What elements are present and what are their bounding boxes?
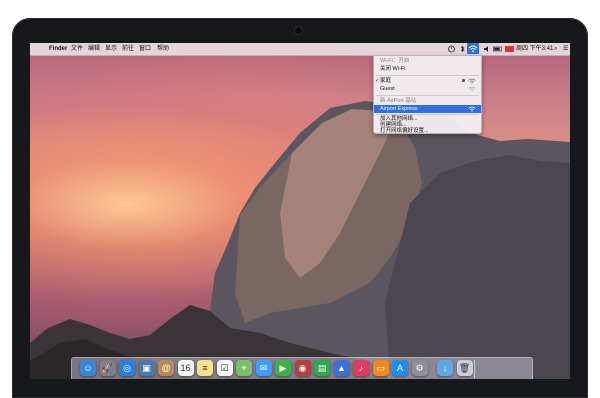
photo-booth-icon[interactable]: ◉ (294, 360, 311, 376)
open-network-prefs-item[interactable]: 打开网络偏好设置... (374, 127, 481, 135)
reminders-icon[interactable]: ☑ (216, 360, 233, 376)
turn-off-wifi-label: 关闭 Wi-Fi (380, 66, 406, 72)
menu-go[interactable]: 前往 (122, 43, 134, 55)
airport-express-label: Airport Express (380, 106, 418, 112)
battery-icon[interactable] (493, 45, 503, 53)
volume-icon[interactable] (483, 45, 491, 53)
dock-divider (474, 360, 475, 378)
network-item-guest[interactable]: Guest (374, 85, 481, 93)
wifi-status-icon[interactable] (467, 43, 479, 54)
ibooks-icon[interactable]: ▭ (372, 360, 389, 376)
menu-separator (376, 95, 479, 96)
input-source-flag-icon[interactable] (505, 46, 514, 52)
network-name: 家庭 (380, 78, 392, 84)
app-store-icon[interactable]: A (392, 360, 408, 376)
system-preferences-icon[interactable]: ⚙ (411, 360, 428, 376)
photo-viewer-icon[interactable]: ▣ (138, 360, 155, 376)
wifi-status-label: Wi-Fi：开启 (380, 58, 410, 64)
wifi-signal-icon (468, 106, 476, 112)
dock: ☺ 🚀 ◎ ▣ @16 ≡ ☑ ⌖ ✉ ▶ ◉ ▤ ▲ ♪ ▭ A ⚙ ↓ 🗑 (71, 357, 533, 379)
desktop-screen: Finder 文件 编辑 显示 前往 窗口 帮助 周四 下午3:41 ⌕ ☰ W… (30, 43, 570, 379)
menu-help[interactable]: 帮助 (157, 43, 169, 55)
camera (295, 27, 302, 34)
notes-icon[interactable]: ≡ (197, 360, 213, 376)
bluetooth-icon[interactable] (460, 45, 465, 53)
network-item-home[interactable]: ✓ 家庭 (374, 77, 481, 85)
spotlight-search-icon[interactable]: ⌕ (554, 43, 557, 55)
yosemite-wallpaper (30, 101, 570, 379)
facetime-icon[interactable]: ▶ (275, 360, 291, 376)
numbers-icon[interactable]: ▤ (314, 360, 330, 376)
contacts-icon[interactable]: @ (158, 360, 174, 376)
menu-edit[interactable]: 编辑 (88, 43, 100, 55)
open-prefs-label: 打开网络偏好设置... (380, 128, 429, 134)
downloads-folder-icon[interactable]: ↓ (437, 360, 453, 376)
menu-clock[interactable]: 周四 下午3:41 (516, 43, 553, 55)
wifi-status-row: Wi-Fi：开启 (374, 57, 481, 65)
trash-icon[interactable]: 🗑 (456, 360, 473, 376)
notification-center-icon[interactable]: ☰ (563, 43, 568, 55)
launchpad-icon[interactable]: 🚀 (99, 360, 116, 376)
maps-icon[interactable]: ⌖ (236, 360, 252, 376)
menu-window[interactable]: 窗口 (139, 43, 151, 55)
calendar-icon[interactable]: 16 (177, 360, 194, 376)
new-airport-header-row: 新 AirPort 基站 (374, 97, 481, 105)
time-machine-icon[interactable] (448, 45, 455, 53)
menu-file[interactable]: 文件 (71, 43, 83, 55)
airport-express-item[interactable]: Airport Express (374, 105, 481, 113)
messages-icon[interactable]: ✉ (255, 360, 272, 376)
new-airport-header: 新 AirPort 基站 (380, 98, 417, 104)
finder-icon[interactable]: ☺ (80, 360, 96, 376)
lock-icon (462, 79, 465, 82)
menu-view[interactable]: 显示 (105, 43, 117, 55)
wifi-signal-icon (468, 86, 476, 92)
safari-icon[interactable]: ◎ (119, 360, 135, 376)
menu-separator (376, 75, 479, 76)
network-name: Guest (380, 86, 395, 92)
turn-off-wifi-item[interactable]: 关闭 Wi-Fi (374, 65, 481, 73)
itunes-icon[interactable]: ♪ (353, 360, 369, 376)
wifi-signal-icon (468, 78, 476, 84)
menu-bar: Finder 文件 编辑 显示 前往 窗口 帮助 周四 下午3:41 ⌕ ☰ (30, 43, 570, 56)
keynote-icon[interactable]: ▲ (333, 360, 350, 376)
wifi-dropdown-menu: Wi-Fi：开启 关闭 Wi-Fi ✓ 家庭 Guest 新 AirPort 基… (373, 55, 482, 134)
menu-finder[interactable]: Finder (49, 43, 67, 55)
checkmark-icon: ✓ (375, 78, 380, 84)
